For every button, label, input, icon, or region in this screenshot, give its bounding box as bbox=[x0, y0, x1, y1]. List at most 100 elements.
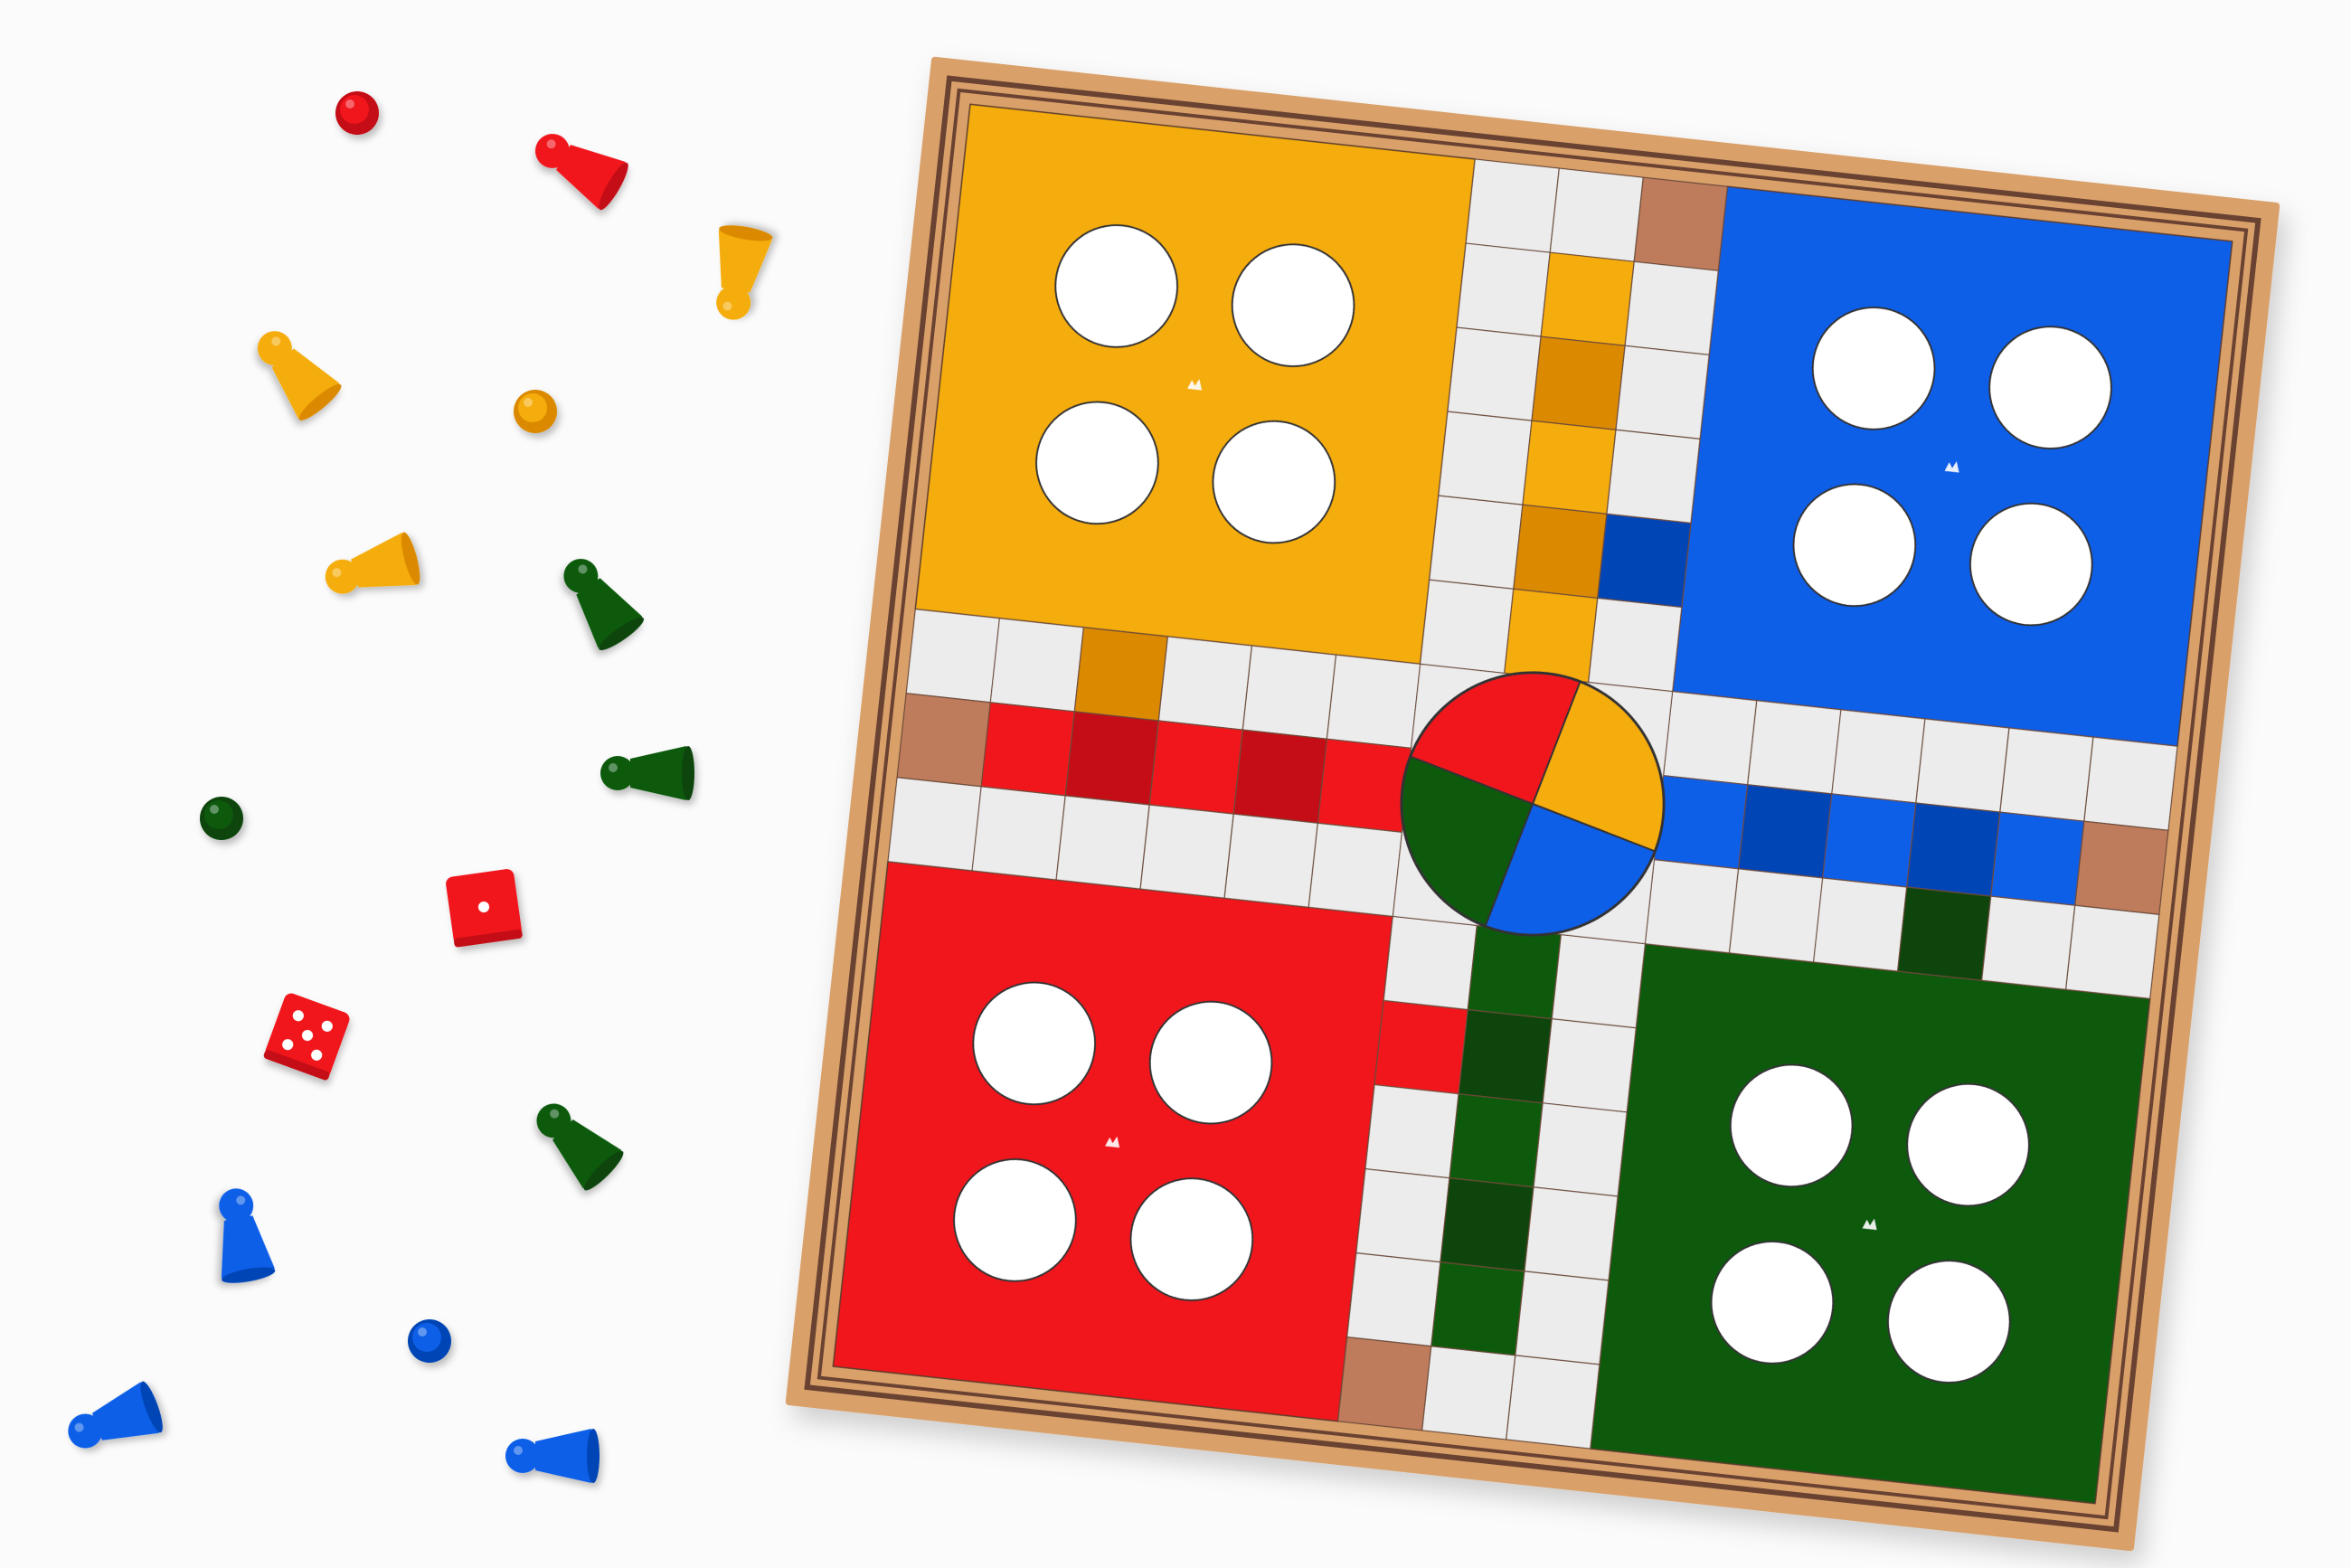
track-cell bbox=[1503, 588, 1599, 684]
red-yard bbox=[832, 860, 1394, 1422]
green-pawn-on-side bbox=[600, 746, 694, 800]
track-cell bbox=[1073, 627, 1169, 722]
track-cell bbox=[1438, 411, 1533, 505]
yellow-pawn-on-side bbox=[325, 532, 420, 594]
track-cell bbox=[1064, 711, 1159, 806]
pawn-head bbox=[204, 800, 233, 829]
red-pawn-on-side bbox=[534, 134, 628, 211]
track-cell bbox=[1990, 811, 2085, 906]
track-cell bbox=[1374, 999, 1468, 1095]
track-cell bbox=[896, 692, 991, 788]
green-yard bbox=[1589, 942, 2151, 1505]
blue-pawn-on-side bbox=[505, 1429, 600, 1483]
pawn-head bbox=[412, 1323, 441, 1352]
track-cell bbox=[1467, 924, 1563, 1020]
pawn-body bbox=[535, 1429, 591, 1483]
track-cell bbox=[1588, 597, 1683, 693]
track-cell bbox=[1551, 933, 1647, 1029]
yellow-pawn-on-side bbox=[716, 225, 773, 320]
track-cell bbox=[887, 777, 982, 872]
track-cell bbox=[1633, 176, 1729, 271]
pawn-head bbox=[505, 1439, 540, 1473]
track-cell bbox=[1737, 784, 1833, 879]
blue-pawn-on-side bbox=[219, 1188, 276, 1283]
track-cell bbox=[1644, 859, 1740, 954]
green-pawn-on-side bbox=[536, 1103, 624, 1191]
track-cell bbox=[1346, 1252, 1441, 1347]
track-cell bbox=[1308, 822, 1403, 918]
track-cell bbox=[1540, 251, 1635, 346]
blue-standing-pawn bbox=[408, 1319, 451, 1363]
track-cell bbox=[1429, 495, 1524, 590]
track-cell bbox=[1317, 738, 1412, 834]
track-cell bbox=[1524, 1186, 1619, 1281]
pawn-highlight bbox=[418, 1327, 427, 1337]
track-cell bbox=[1465, 158, 1560, 253]
track-cell bbox=[1896, 886, 1992, 981]
track-cell bbox=[1728, 868, 1824, 963]
track-cell bbox=[1355, 1167, 1450, 1263]
track-cell bbox=[1522, 420, 1617, 515]
track-cell bbox=[1458, 1008, 1553, 1104]
blue-yard bbox=[1671, 185, 2233, 748]
loose-pieces bbox=[68, 91, 773, 1483]
track-cell bbox=[1419, 579, 1515, 675]
track-cell bbox=[1055, 795, 1150, 890]
track-cell bbox=[1447, 326, 1542, 421]
pawn-highlight bbox=[345, 99, 354, 109]
track-cell bbox=[1242, 645, 1337, 740]
track-cell bbox=[2065, 904, 2160, 1000]
die-5 bbox=[263, 993, 350, 1081]
track-cell bbox=[1326, 654, 1421, 749]
track-cell bbox=[1430, 1261, 1525, 1356]
track-cell bbox=[1513, 504, 1608, 600]
ludo-board bbox=[785, 56, 2280, 1552]
track-cell bbox=[1449, 1092, 1544, 1188]
blue-pawn-on-side bbox=[68, 1381, 163, 1449]
track-cell bbox=[2083, 736, 2178, 831]
ludo-scene bbox=[68, 56, 2280, 1552]
track-cell bbox=[1139, 804, 1234, 899]
red-standing-pawn bbox=[335, 91, 379, 135]
track-cell bbox=[1821, 793, 1917, 888]
track-cell bbox=[1223, 813, 1318, 908]
die-1 bbox=[446, 869, 523, 948]
track-cell bbox=[1999, 727, 2094, 822]
yellow-pawn-on-side bbox=[257, 331, 342, 420]
pawn-base bbox=[682, 746, 694, 800]
track-cell bbox=[1831, 709, 1926, 804]
track-cell bbox=[1906, 802, 2001, 897]
track-cell bbox=[1456, 242, 1551, 337]
track-cell bbox=[1597, 513, 1692, 609]
pawn-highlight bbox=[514, 1446, 523, 1455]
pawn-base bbox=[587, 1429, 600, 1483]
track-cell bbox=[1364, 1083, 1459, 1179]
track-cell bbox=[1157, 636, 1253, 731]
pawn-head bbox=[340, 95, 369, 124]
track-cell bbox=[2074, 820, 2169, 916]
track-cell bbox=[1606, 429, 1701, 524]
green-pawn-on-side bbox=[563, 558, 645, 651]
track-cell bbox=[1542, 1018, 1637, 1113]
pawn-head bbox=[600, 756, 635, 790]
pawn-highlight bbox=[609, 763, 618, 772]
track-cell bbox=[1549, 167, 1645, 262]
track-cell bbox=[971, 786, 1066, 881]
track-cell bbox=[1662, 690, 1758, 786]
board-play-area bbox=[832, 103, 2233, 1505]
track-cell bbox=[1148, 720, 1244, 815]
track-cell bbox=[1980, 895, 2076, 990]
track-cell bbox=[1915, 718, 2010, 813]
track-cell bbox=[1515, 1270, 1610, 1365]
track-cell bbox=[1624, 260, 1719, 356]
track-cell bbox=[1812, 877, 1908, 972]
track-cell bbox=[980, 702, 1075, 797]
track-cell bbox=[1653, 774, 1749, 870]
pawn-head bbox=[518, 393, 547, 422]
track-cell bbox=[1440, 1177, 1534, 1272]
green-standing-pawn bbox=[200, 797, 243, 840]
track-cell bbox=[1747, 700, 1842, 795]
track-cell bbox=[1421, 1346, 1516, 1440]
track-cell bbox=[1615, 345, 1710, 440]
track-cell bbox=[905, 608, 1000, 704]
